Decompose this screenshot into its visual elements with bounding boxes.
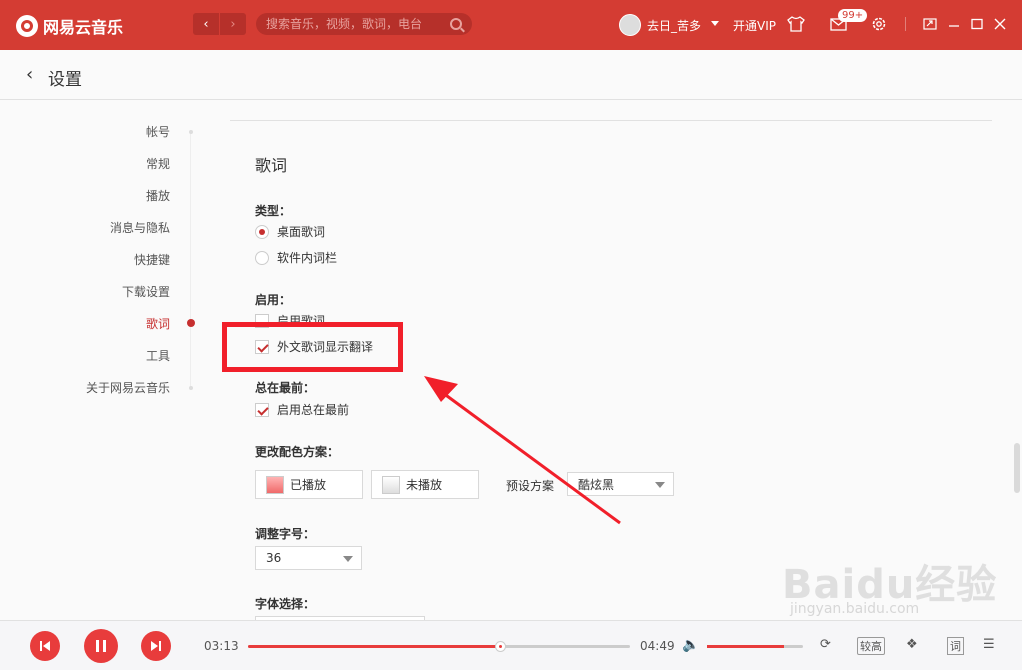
maximize-icon[interactable]	[967, 14, 987, 34]
lyric-button[interactable]: 词	[947, 637, 964, 655]
avatar[interactable]	[619, 14, 641, 36]
back-icon[interactable]: ‹	[26, 64, 33, 85]
sidebar-item-download[interactable]: 下载设置	[122, 283, 170, 300]
color-scheme-label: 更改配色方案：	[255, 445, 340, 459]
radio-label: 桌面歌词	[277, 225, 326, 239]
sidebar-item-shortcuts[interactable]: 快捷键	[134, 251, 170, 268]
sidebar-item-account[interactable]: 帐号	[146, 123, 170, 140]
checkbox-label: 启用总在最前	[277, 403, 350, 417]
progress-knob[interactable]	[495, 641, 507, 652]
sidebar-item-privacy[interactable]: 消息与隐私	[110, 219, 170, 236]
played-color-button[interactable]: 已播放	[255, 470, 363, 499]
titlebar-divider	[905, 17, 906, 31]
watermark-url: jingyan.baidu.com	[790, 601, 920, 617]
sidebar-active-dot	[187, 319, 195, 327]
netease-logo-icon	[16, 15, 38, 37]
skin-icon[interactable]	[786, 14, 806, 34]
unplayed-color-label: 未播放	[406, 478, 443, 492]
radio-inapp-lyrics[interactable]: 软件内词栏	[255, 249, 337, 266]
played-color-label: 已播放	[290, 478, 327, 492]
sidebar-item-play[interactable]: 播放	[146, 187, 170, 204]
checkbox-always-on-top[interactable]: 启用总在最前	[255, 401, 349, 418]
ontop-label: 总在最前：	[255, 381, 316, 395]
app-brand: 网易云音乐	[43, 18, 124, 37]
sidebar-item-general[interactable]: 常规	[146, 155, 170, 172]
chevron-down-icon	[343, 556, 353, 562]
progress-bar[interactable]	[248, 641, 630, 652]
forward-nav-button[interactable]: ›	[220, 13, 246, 35]
sidebar-item-about[interactable]: 关于网易云音乐	[86, 379, 170, 396]
progress-fill	[248, 645, 501, 648]
checkbox[interactable]	[255, 402, 269, 417]
back-nav-button[interactable]: ‹	[193, 13, 219, 35]
player-bar: 03:13 04:49 🔈 ⟳ 较高 ❖ 词 ☰	[0, 620, 1022, 670]
search-input[interactable]	[266, 17, 450, 31]
volume-icon[interactable]: 🔈	[682, 637, 699, 653]
radio-desktop-lyrics[interactable]: 桌面歌词	[255, 223, 325, 240]
playlist-icon[interactable]: ☰	[983, 637, 995, 652]
previous-button[interactable]	[30, 631, 60, 661]
sidebar-dot	[189, 130, 193, 134]
minimize-icon[interactable]	[944, 14, 964, 34]
type-label: 类型：	[255, 204, 292, 218]
quality-badge[interactable]: 较高	[857, 637, 885, 655]
close-icon[interactable]	[990, 14, 1010, 34]
radio-label: 软件内词栏	[277, 251, 338, 265]
loop-icon[interactable]: ⟳	[820, 637, 831, 652]
scrollbar[interactable]	[1014, 443, 1020, 493]
next-button[interactable]	[141, 631, 171, 661]
previous-icon	[40, 641, 50, 651]
next-icon	[151, 641, 161, 651]
fontsize-value: 36	[266, 551, 282, 565]
volume-fill	[707, 645, 784, 648]
total-time: 04:49	[640, 639, 675, 653]
preset-value: 酷炫黑	[578, 477, 615, 492]
radio-button[interactable]	[255, 224, 269, 239]
unplayed-color-swatch	[382, 475, 400, 494]
page-header: ‹ 设置	[0, 50, 1022, 100]
chevron-down-icon	[655, 482, 665, 488]
current-time: 03:13	[204, 639, 239, 653]
section-divider	[230, 120, 992, 121]
title-bar: 网易云音乐 ‹ › 去日_苦多 开通VIP 99+	[0, 0, 1022, 50]
search-box[interactable]	[256, 13, 472, 35]
vip-button[interactable]: 开通VIP	[733, 17, 776, 34]
settings-sidebar: 帐号 常规 播放 消息与隐私 快捷键 下载设置 歌词 工具 关于网易云音乐	[0, 100, 230, 620]
search-icon[interactable]	[450, 18, 462, 30]
app-logo[interactable]: 网易云音乐	[16, 14, 123, 38]
section-title: 歌词	[255, 156, 288, 175]
pause-icon	[96, 640, 106, 652]
sidebar-item-lyrics[interactable]: 歌词	[146, 315, 170, 332]
preset-select[interactable]: 酷炫黑	[567, 472, 674, 496]
mini-mode-icon[interactable]	[920, 14, 940, 34]
share-icon[interactable]: ❖	[906, 637, 918, 652]
sidebar-item-tools[interactable]: 工具	[146, 347, 170, 364]
played-color-swatch	[266, 475, 284, 494]
preset-label: 预设方案	[506, 479, 555, 493]
font-label: 字体选择：	[255, 597, 316, 611]
sidebar-dot	[189, 386, 193, 390]
username[interactable]: 去日_苦多	[647, 17, 701, 34]
gear-icon[interactable]	[869, 14, 889, 34]
page-title: 设置	[48, 70, 82, 90]
radio-button[interactable]	[255, 250, 269, 265]
fontsize-select[interactable]: 36	[255, 546, 362, 570]
annotation-highlight-box	[222, 322, 403, 372]
enable-label: 启用：	[255, 293, 292, 307]
mail-badge: 99+	[838, 9, 868, 22]
fontsize-label: 调整字号：	[255, 527, 316, 541]
pause-button[interactable]	[84, 629, 118, 663]
unplayed-color-button[interactable]: 未播放	[371, 470, 479, 499]
volume-slider[interactable]	[707, 645, 803, 648]
chevron-down-icon[interactable]	[711, 21, 719, 26]
